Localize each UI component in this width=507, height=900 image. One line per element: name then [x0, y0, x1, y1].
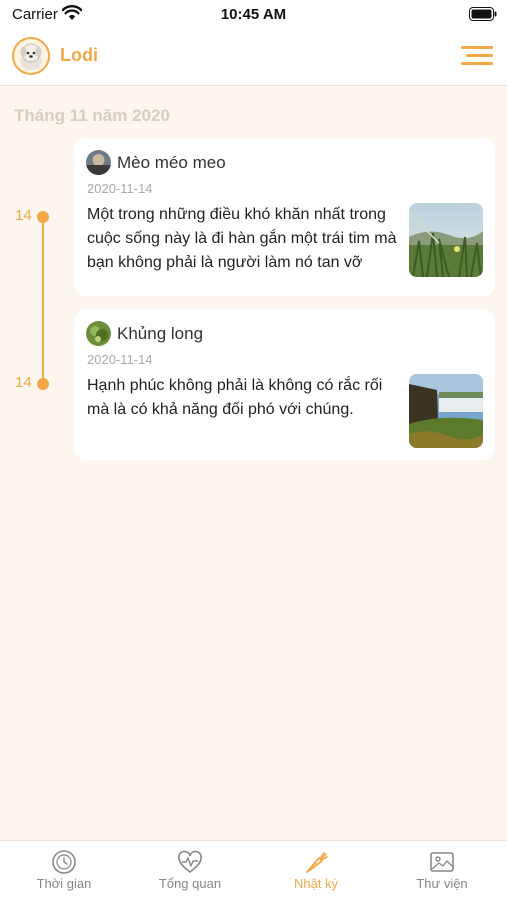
gallery-icon [430, 852, 454, 872]
timeline-day: 14 [15, 374, 32, 391]
menu-line [461, 62, 493, 65]
entry-date: 2020-11-14 [87, 352, 153, 367]
diary-content: Tháng 11 năm 2020 14 14 Mèo méo meo 2020… [0, 86, 507, 840]
app-logo[interactable] [12, 37, 50, 75]
entry-text: Hạnh phúc không phải là không có rắc rối… [87, 377, 383, 418]
entry-photo[interactable] [409, 374, 483, 448]
tab-thu-vien[interactable]: Thư viện [379, 841, 505, 900]
author-avatar [86, 150, 111, 175]
app-title: Lodi [60, 45, 98, 65]
battery-icon [469, 7, 497, 21]
entry-photo[interactable] [409, 203, 483, 277]
clock-icon [52, 850, 76, 874]
month-heading: Tháng 11 năm 2020 [14, 106, 170, 125]
tab-nhat-ky[interactable]: Nhật ký [253, 841, 379, 900]
tab-tong-quan[interactable]: Tổng quan [127, 841, 253, 900]
entry-date: 2020-11-14 [87, 181, 153, 196]
menu-line [461, 46, 493, 49]
tab-label: Thời gian [36, 876, 92, 891]
tab-label: Tổng quan [158, 876, 222, 891]
tab-thoi-gian[interactable]: Thời gian [1, 841, 127, 900]
heartbeat-icon [178, 850, 202, 874]
bottom-tab-bar: Thời gian Tổng quan Nhật ký Thư viện [0, 840, 507, 900]
status-bar: Carrier 10:45 AM [0, 0, 507, 28]
diary-entry-card[interactable]: Khủng long 2020-11-14 Hạnh phúc không ph… [74, 309, 495, 460]
tab-label: Thư viện [416, 876, 468, 891]
author-name: Khủng long [117, 324, 204, 343]
tab-label: Nhật ký [293, 876, 339, 891]
diary-entry-card[interactable]: Mèo méo meo 2020-11-14 Một trong những đ… [74, 138, 495, 296]
timeline-line [42, 216, 44, 384]
menu-button[interactable] [461, 44, 493, 68]
timeline-day: 14 [15, 207, 32, 224]
timeline-dot [37, 211, 49, 223]
dog-mascot-icon [20, 43, 42, 70]
timeline-dot [37, 378, 49, 390]
status-time: 10:45 AM [220, 6, 287, 23]
carrot-icon [306, 852, 328, 873]
entry-text: Một trong những điều khó khăn nhất trong… [87, 206, 397, 271]
menu-line [466, 54, 493, 57]
author-name: Mèo méo meo [117, 153, 226, 172]
author-avatar [86, 321, 111, 346]
app-header: Lodi [0, 28, 507, 86]
